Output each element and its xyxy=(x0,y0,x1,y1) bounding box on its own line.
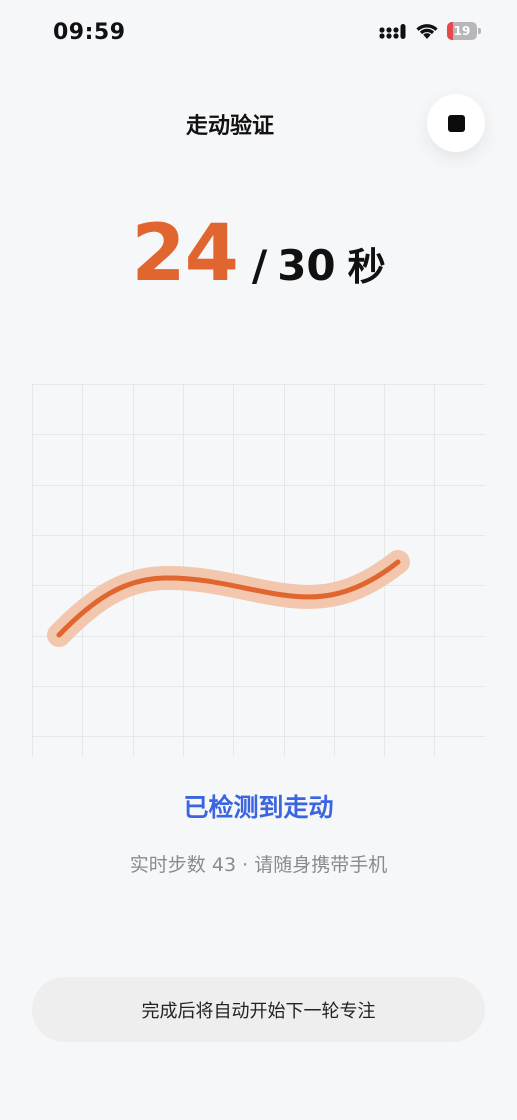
step-count-line: 实时步数 43 · 请随身携带手机 xyxy=(0,850,517,877)
timer-elapsed: 24 xyxy=(131,209,239,299)
stop-button[interactable] xyxy=(427,94,485,152)
detection-status: 已检测到走动 xyxy=(183,793,334,822)
chart-grid xyxy=(32,384,485,756)
cellular-signal-icon xyxy=(379,24,406,39)
auto-start-notice: 完成后将自动开始下一轮专注 xyxy=(32,977,485,1042)
timer-total: 30 xyxy=(277,241,336,290)
status-icons: 19 xyxy=(379,22,481,40)
steps-separator: · xyxy=(242,854,249,876)
battery-level: 19 xyxy=(453,24,471,38)
battery-icon: 19 xyxy=(447,22,481,40)
status-time: 09:59 xyxy=(53,20,126,45)
stop-icon xyxy=(447,114,465,132)
timer-separator: / xyxy=(251,241,268,290)
page-title: 走动验证 xyxy=(185,114,274,139)
steps-label: 实时步数 xyxy=(129,854,206,876)
timer-unit: 秒 xyxy=(347,245,386,289)
steps-hint: 请随身携带手机 xyxy=(254,854,388,876)
steps-count: 43 xyxy=(211,854,237,876)
motion-chart xyxy=(32,384,485,756)
wifi-icon xyxy=(416,24,438,39)
motion-trace-glow xyxy=(47,550,410,647)
auto-start-text: 完成后将自动开始下一轮专注 xyxy=(141,1000,376,1022)
status-bar: 09:59 19 xyxy=(0,0,517,70)
timer: 24 / 30 秒 xyxy=(0,215,517,293)
